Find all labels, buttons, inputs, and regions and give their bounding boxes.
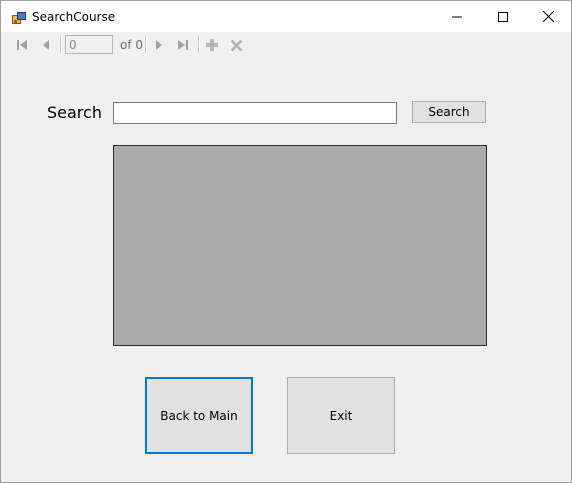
search-input[interactable] [113,102,397,124]
search-label: Search [47,103,102,122]
back-to-main-button[interactable]: Back to Main [145,377,253,454]
results-grid[interactable] [113,145,487,346]
count-label: of 0 [120,38,144,52]
delete-icon[interactable] [228,37,244,53]
binding-navigator: of 0 [1,32,571,57]
toolbar-separator [60,36,62,53]
minimize-icon [452,12,462,22]
move-previous-icon[interactable] [38,37,54,53]
move-first-icon[interactable] [14,37,30,53]
exit-button[interactable]: Exit [287,377,395,454]
minimize-button[interactable] [434,1,480,32]
maximize-button[interactable] [480,1,526,32]
toolbar-separator [198,36,200,53]
add-new-icon[interactable] [204,37,220,53]
toolbar-separator [145,36,147,53]
position-input[interactable] [65,35,113,54]
move-next-icon[interactable] [151,37,167,53]
maximize-icon [498,11,508,22]
app-window: SearchCourse of 0 [0,0,572,483]
title-bar: SearchCourse [1,1,571,32]
search-button[interactable]: Search [412,101,486,123]
close-icon [542,11,554,22]
close-button[interactable] [525,1,571,32]
window-title: SearchCourse [32,10,116,24]
app-icon [12,10,26,24]
move-last-icon[interactable] [175,37,191,53]
